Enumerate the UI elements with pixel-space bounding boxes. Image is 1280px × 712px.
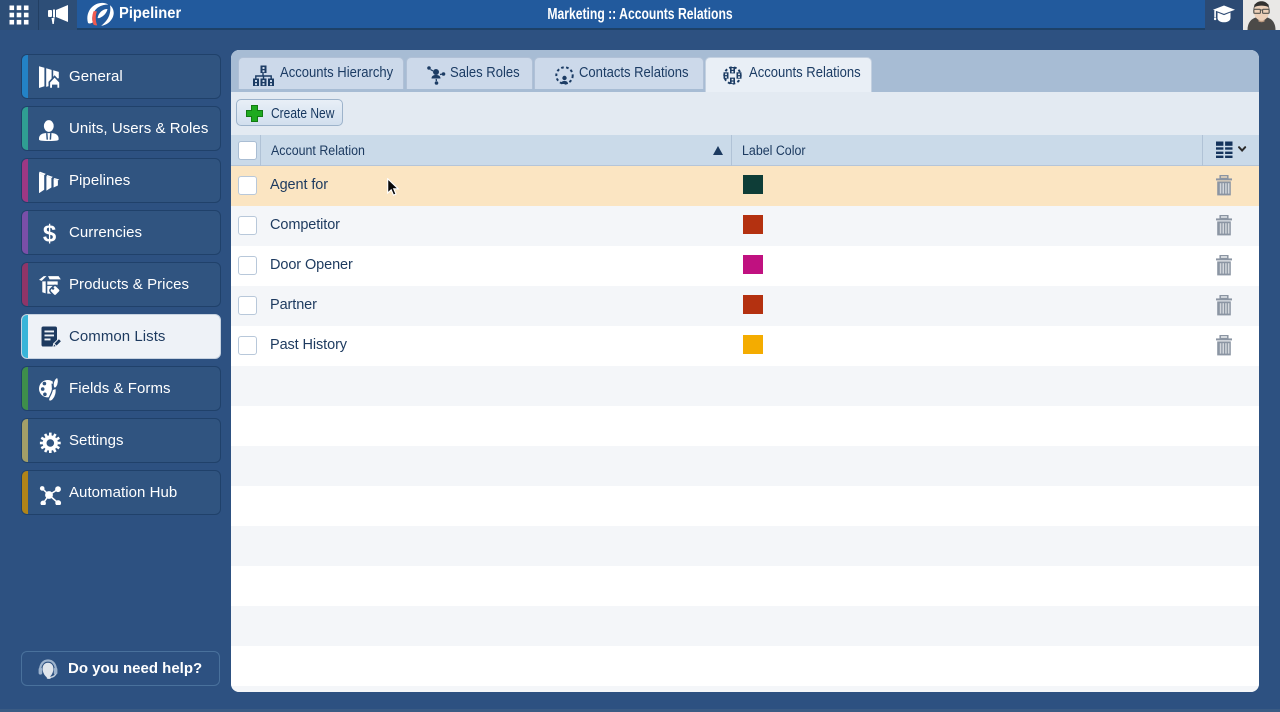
svg-text:$: $: [43, 221, 57, 245]
